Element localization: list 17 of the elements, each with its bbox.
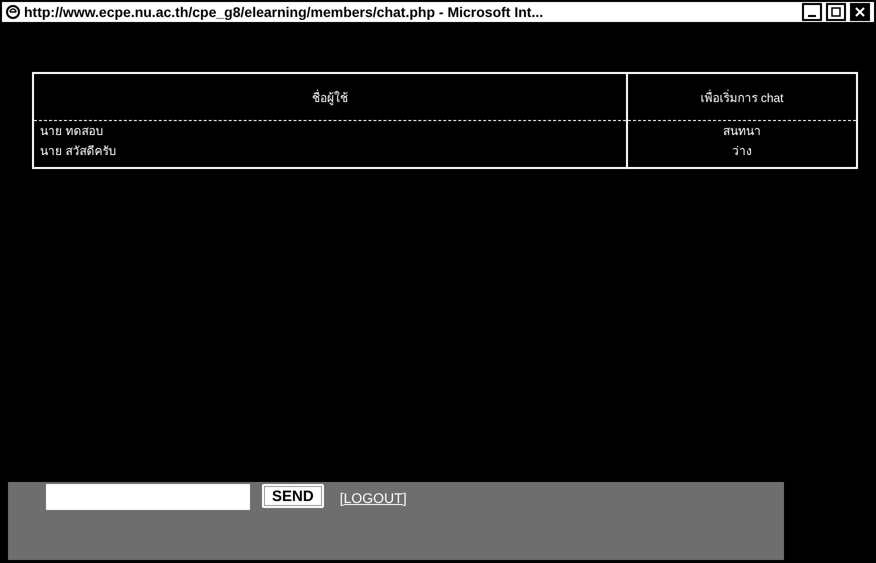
maximize-icon bbox=[830, 6, 842, 18]
column-header: ชื่อผู้ใช้ bbox=[33, 73, 627, 120]
minimize-icon bbox=[808, 15, 816, 17]
window-title: http://www.ecpe.nu.ac.th/cpe_g8/elearning/members/chat.php - Microsoft Int... bbox=[24, 4, 544, 20]
logout-link[interactable]: [LOGOUT] bbox=[340, 490, 407, 506]
column-header: เพื่อเริ่มการ chat bbox=[627, 73, 857, 120]
table-cell: นาย สวัสดีครับ bbox=[33, 141, 627, 168]
close-button[interactable] bbox=[850, 3, 870, 21]
browser-icon bbox=[6, 5, 20, 19]
minimize-button[interactable] bbox=[802, 3, 822, 21]
table-cell: นาย ทดสอบ bbox=[33, 120, 627, 141]
send-button[interactable]: SEND bbox=[262, 484, 324, 508]
maximize-button[interactable] bbox=[826, 3, 846, 21]
table-cell: ว่าง bbox=[627, 141, 857, 168]
close-icon bbox=[854, 6, 866, 18]
message-field[interactable] bbox=[46, 484, 250, 510]
table-cell: สนทนา bbox=[627, 120, 857, 141]
